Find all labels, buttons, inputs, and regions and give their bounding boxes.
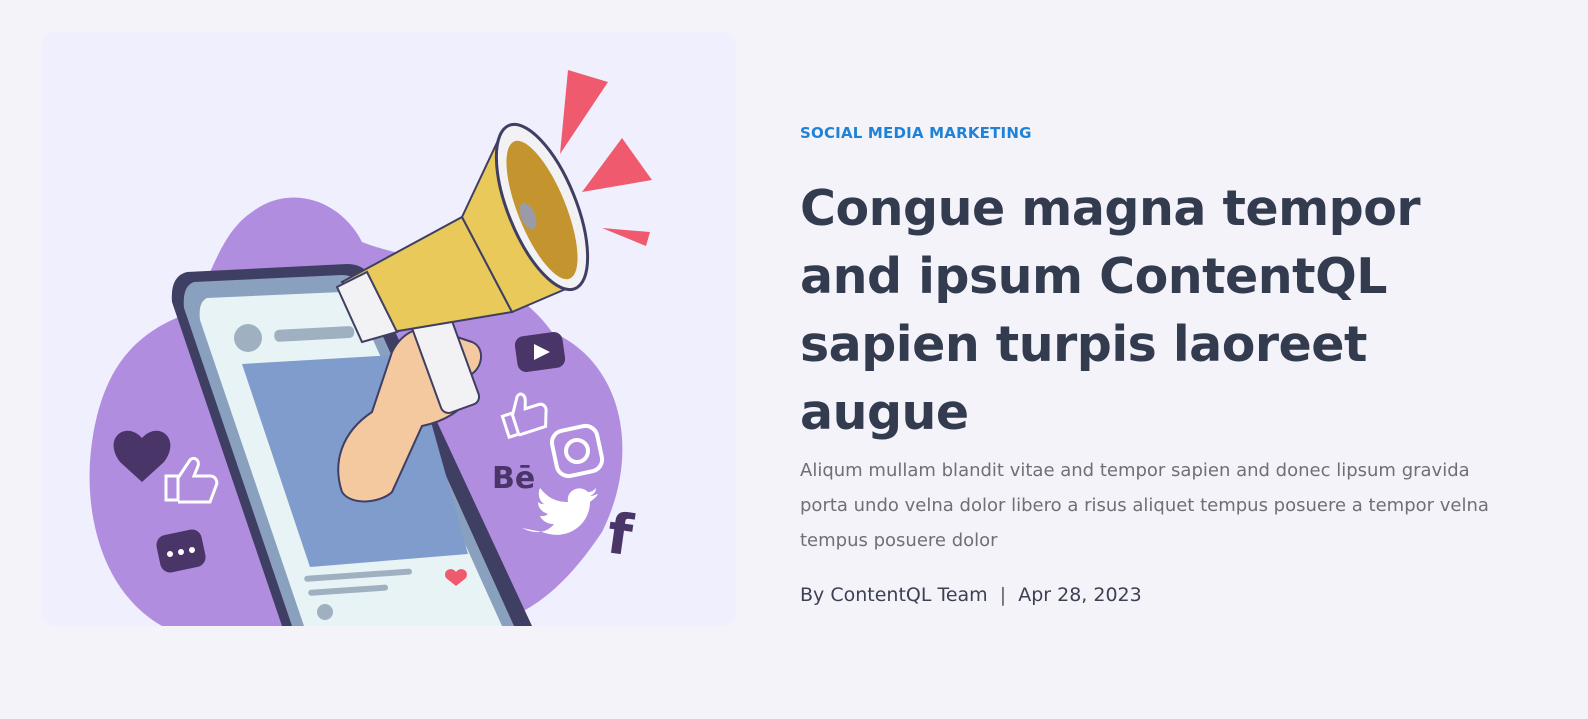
- post-title[interactable]: Congue magna tempor and ipsum ContentQL …: [800, 175, 1480, 447]
- post-category-link[interactable]: SOCIAL MEDIA MARKETING: [800, 118, 1032, 148]
- sound-ray: [582, 138, 652, 192]
- behance-icon: Bē: [492, 461, 535, 496]
- post-date: Apr 28, 2023: [1018, 584, 1142, 606]
- author-link[interactable]: ContentQL Team: [830, 584, 987, 606]
- meta-separator: |: [999, 584, 1007, 606]
- youtube-play-icon: [514, 331, 566, 373]
- post-meta: By ContentQL Team | Apr 28, 2023: [800, 582, 1500, 608]
- by-prefix: By: [800, 584, 825, 606]
- post-hero-illustration[interactable]: Bē f: [42, 32, 736, 626]
- post-excerpt: Aliqum mullam blandit vitae and tempor s…: [800, 460, 1489, 551]
- sound-ray: [602, 228, 650, 246]
- sound-ray: [560, 70, 608, 154]
- post-content: SOCIAL MEDIA MARKETING Congue magna temp…: [800, 118, 1500, 608]
- blog-post-card: Bē f SOCIAL MEDIA MARKETING Congue magna…: [0, 0, 1588, 719]
